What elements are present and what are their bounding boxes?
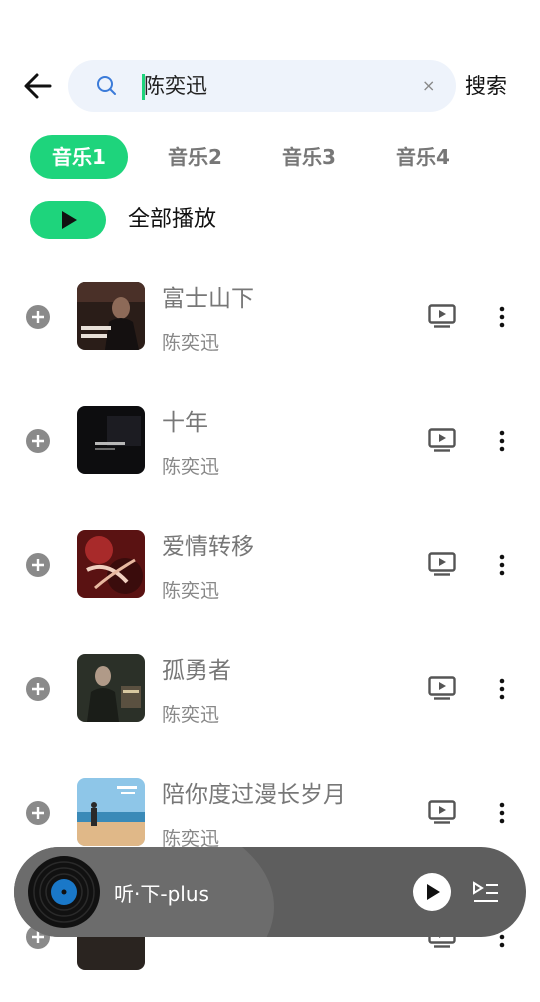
search-button[interactable]: 搜索: [465, 70, 507, 100]
song-title: 十年: [162, 410, 208, 436]
search-icon: [97, 76, 116, 95]
song-title: 爱情转移: [162, 534, 254, 560]
search-box[interactable]: 陈奕迅 ×: [68, 60, 456, 112]
mini-player[interactable]: 听·下-plus: [14, 847, 526, 937]
album-cover: [77, 778, 145, 846]
album-cover: [77, 282, 145, 350]
player-play-button[interactable]: [413, 873, 451, 911]
album-cover: [77, 654, 145, 722]
back-arrow-icon[interactable]: [22, 72, 54, 100]
top-bar: 陈奕迅 × 搜索: [0, 58, 540, 114]
add-circle-icon[interactable]: [26, 305, 50, 329]
song-artist: 陈奕迅: [162, 456, 220, 478]
more-options-icon[interactable]: [498, 306, 506, 328]
playlist-icon[interactable]: [472, 881, 500, 905]
play-all-button[interactable]: [30, 201, 106, 239]
more-options-icon[interactable]: [498, 554, 506, 576]
mv-video-icon[interactable]: [428, 304, 456, 328]
player-title: 听·下-plus: [114, 882, 209, 906]
tab-music-3[interactable]: 音乐3: [264, 135, 354, 179]
more-options-icon[interactable]: [498, 678, 506, 700]
song-artist: 陈奕迅: [162, 704, 220, 726]
album-cover: [77, 530, 145, 598]
song-row[interactable]: 孤勇者 陈奕迅: [0, 654, 540, 754]
play-all-label[interactable]: 全部播放: [128, 203, 216, 237]
tab-music-4[interactable]: 音乐4: [378, 135, 468, 179]
add-circle-icon[interactable]: [26, 553, 50, 577]
tab-music-1[interactable]: 音乐1: [30, 135, 128, 179]
mv-video-icon[interactable]: [428, 552, 456, 576]
add-circle-icon[interactable]: [26, 801, 50, 825]
more-options-icon[interactable]: [498, 430, 506, 452]
mv-video-icon[interactable]: [428, 676, 456, 700]
song-artist: 陈奕迅: [162, 332, 220, 354]
play-icon: [62, 211, 77, 229]
search-input[interactable]: 陈奕迅: [144, 60, 207, 112]
add-circle-icon[interactable]: [26, 677, 50, 701]
song-row[interactable]: 十年 陈奕迅: [0, 406, 540, 506]
album-cover: [77, 406, 145, 474]
song-row[interactable]: 富士山下 陈奕迅: [0, 282, 540, 382]
song-title: 富士山下: [162, 286, 254, 312]
category-tabs: 音乐1 音乐2 音乐3 音乐4: [0, 135, 540, 179]
clear-icon[interactable]: ×: [422, 75, 435, 97]
vinyl-disc-icon[interactable]: [28, 856, 100, 928]
mv-video-icon[interactable]: [428, 800, 456, 824]
song-artist: 陈奕迅: [162, 580, 220, 602]
mv-video-icon[interactable]: [428, 428, 456, 452]
add-circle-icon[interactable]: [26, 429, 50, 453]
tab-music-2[interactable]: 音乐2: [150, 135, 240, 179]
play-icon: [427, 884, 440, 900]
song-row[interactable]: 爱情转移 陈奕迅: [0, 530, 540, 630]
more-options-icon[interactable]: [498, 802, 506, 824]
song-title: 孤勇者: [162, 658, 231, 684]
song-title: 陪你度过漫长岁月: [162, 782, 346, 808]
